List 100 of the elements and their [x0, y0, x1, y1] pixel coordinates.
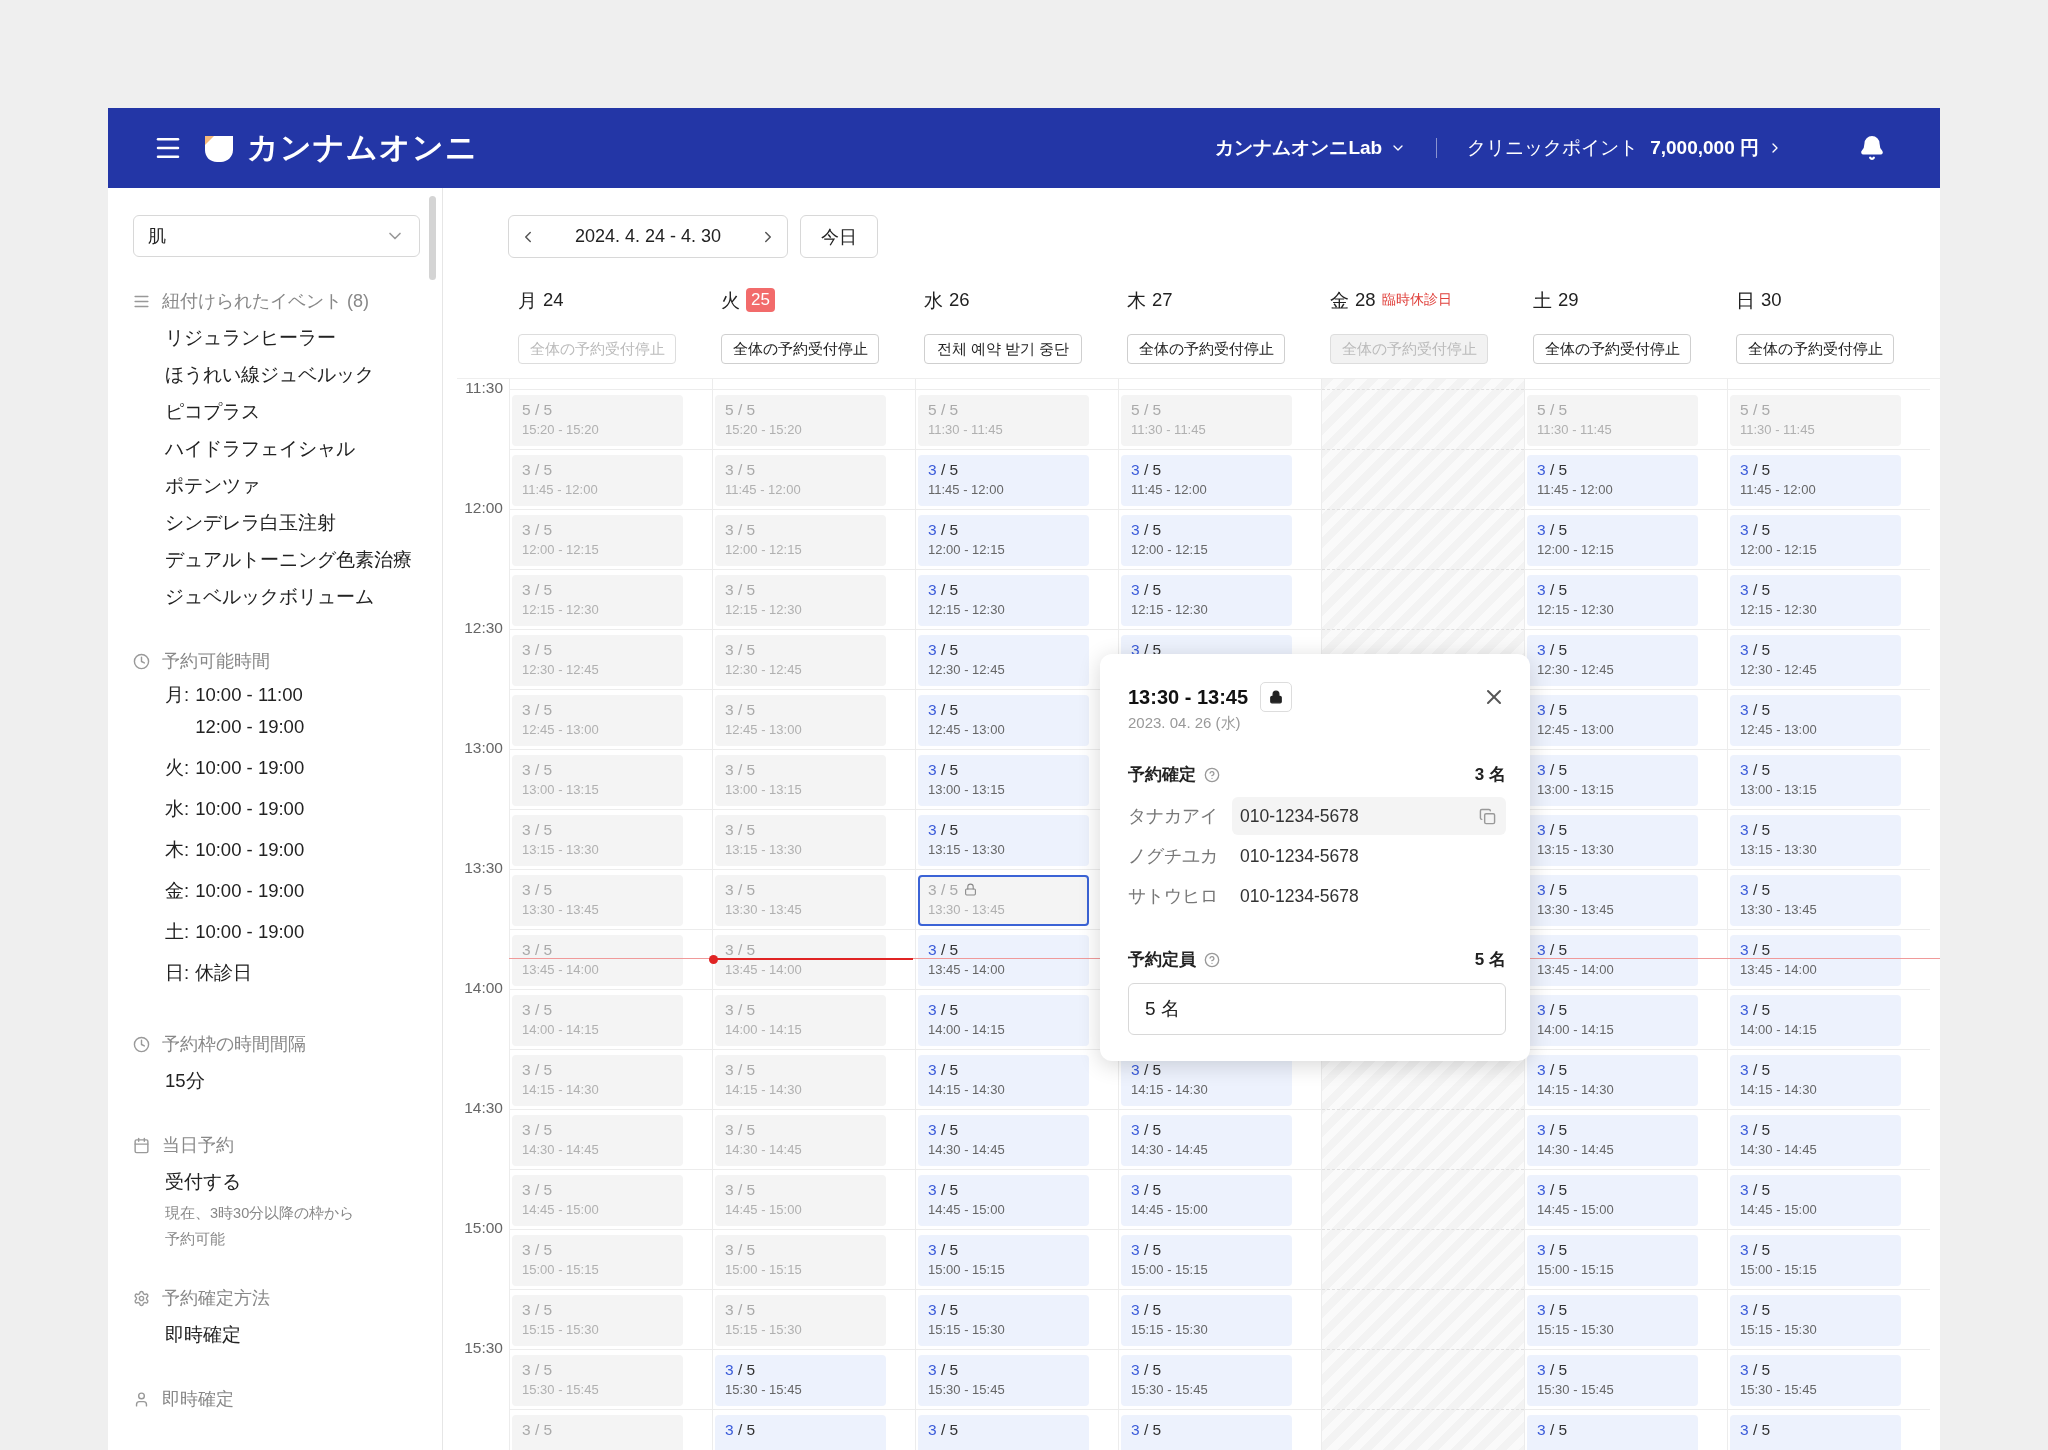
time-slot[interactable]: 3 / 5 14:00 - 14:15 [918, 995, 1089, 1046]
time-slot[interactable]: 3 / 5 14:30 - 14:45 [1527, 1115, 1698, 1166]
time-slot[interactable]: 3 / 5 13:15 - 13:30 [918, 815, 1089, 866]
stop-bookings-button[interactable]: 全体の予約受付停止 [1533, 334, 1691, 364]
time-slot[interactable]: 3 / 5 [918, 1415, 1089, 1450]
slot-count: 3 / 5 [522, 1361, 553, 1378]
time-slot[interactable]: 3 / 5 12:45 - 13:00 [1527, 695, 1698, 746]
scrollbar-thumb[interactable] [429, 196, 436, 280]
time-slot[interactable]: 3 / 5 14:30 - 14:45 [1121, 1115, 1292, 1166]
stop-bookings-button[interactable]: 全体の予約受付停止 [721, 334, 879, 364]
event-item[interactable]: デュアルトーニング色素治療 [165, 541, 420, 578]
lock-button[interactable] [1260, 682, 1293, 712]
time-slot[interactable]: 3 / 5 14:15 - 14:30 [1730, 1055, 1901, 1106]
event-item[interactable]: ジュベルックボリューム [165, 578, 420, 615]
time-slot[interactable]: 3 / 5 11:45 - 12:00 [1730, 455, 1901, 506]
event-item[interactable]: ポテンツァ [165, 467, 420, 504]
time-slot[interactable]: 3 / 5 [715, 1415, 886, 1450]
event-item[interactable]: シンデレラ白玉注射 [165, 504, 420, 541]
points-label[interactable]: クリニックポイント [1467, 135, 1639, 161]
today-button[interactable]: 今日 [800, 215, 878, 258]
time-slot[interactable]: 3 / 5 12:15 - 12:30 [1730, 575, 1901, 626]
time-slot[interactable]: 3 / 5 14:15 - 14:30 [918, 1055, 1089, 1106]
time-slot[interactable]: 3 / 5 12:30 - 12:45 [1527, 635, 1698, 686]
slot-time: 14:00 - 14:15 [928, 1022, 1006, 1037]
time-slot[interactable]: 3 / 5 15:00 - 15:15 [1527, 1235, 1698, 1286]
time-slot[interactable]: 3 / 5 15:30 - 15:45 [1730, 1355, 1901, 1406]
time-slot[interactable]: 3 / 5 12:15 - 12:30 [1121, 575, 1292, 626]
slot-count: 3 / 5 [928, 581, 959, 598]
time-slot[interactable]: 3 / 5 14:30 - 14:45 [1730, 1115, 1901, 1166]
time-slot[interactable]: 3 / 5 13:00 - 13:15 [1730, 755, 1901, 806]
event-item[interactable]: ほうれい線ジュベルック [165, 356, 420, 393]
phone-row[interactable]: 010-1234-5678 [1232, 797, 1506, 835]
time-slot[interactable]: 3 / 5 15:30 - 15:45 [715, 1355, 886, 1406]
time-slot[interactable]: 3 / 5 14:00 - 14:15 [1527, 995, 1698, 1046]
capacity-input[interactable]: 5 名 [1128, 983, 1506, 1035]
time-slot[interactable]: 3 / 5 13:15 - 13:30 [1730, 815, 1901, 866]
time-slot[interactable]: 3 / 5 12:00 - 12:15 [1121, 515, 1292, 566]
popup-time: 13:30 - 13:45 [1128, 685, 1249, 709]
time-slot[interactable]: 3 / 5 15:15 - 15:30 [1527, 1295, 1698, 1346]
help-icon[interactable] [1204, 766, 1220, 783]
time-slot[interactable]: 3 / 5 13:00 - 13:15 [918, 755, 1089, 806]
time-slot[interactable]: 3 / 5 14:45 - 15:00 [1121, 1175, 1292, 1226]
time-slot[interactable]: 3 / 5 12:15 - 12:30 [918, 575, 1089, 626]
time-slot[interactable]: 3 / 5 13:45 - 14:00 [918, 935, 1089, 986]
time-slot[interactable]: 3 / 5 12:00 - 12:15 [1527, 515, 1698, 566]
phone-row[interactable]: 010-1234-5678 [1232, 837, 1506, 875]
time-slot[interactable]: 3 / 5 13:00 - 13:15 [1527, 755, 1698, 806]
time-slot[interactable]: 3 / 5 12:15 - 12:30 [1527, 575, 1698, 626]
time-slot[interactable]: 3 / 5 15:15 - 15:30 [918, 1295, 1089, 1346]
slot-time: 15:30 - 15:45 [1131, 1382, 1209, 1397]
time-slot[interactable]: 3 / 5 13:30 - 13:45 [1527, 875, 1698, 926]
copy-icon[interactable] [1479, 807, 1496, 825]
clinic-name[interactable]: カンナムオンニLab [1215, 135, 1383, 161]
time-slot[interactable]: 3 / 5 12:45 - 13:00 [918, 695, 1089, 746]
slot-count: 3 / 5 [725, 1421, 756, 1438]
time-slot[interactable]: 3 / 5 [1527, 1415, 1698, 1450]
time-slot[interactable]: 3 / 5 15:30 - 15:45 [918, 1355, 1089, 1406]
time-slot[interactable]: 3 / 5 15:30 - 15:45 [1527, 1355, 1698, 1406]
help-icon[interactable] [1204, 951, 1220, 968]
time-slot[interactable]: 3 / 5 15:30 - 15:45 [1121, 1355, 1292, 1406]
time-slot[interactable]: 3 / 5 11:45 - 12:00 [1121, 455, 1292, 506]
time-slot[interactable]: 3 / 5 14:00 - 14:15 [1730, 995, 1901, 1046]
time-slot[interactable]: 3 / 5 15:15 - 15:30 [1730, 1295, 1901, 1346]
time-slot[interactable]: 3 / 5 [1730, 1415, 1901, 1450]
phone-row[interactable]: 010-1234-5678 [1232, 877, 1506, 915]
time-slot[interactable]: 3 / 5 13:45 - 14:00 [1527, 935, 1698, 986]
time-slot[interactable]: 3 / 5 15:00 - 15:15 [1121, 1235, 1292, 1286]
stop-bookings-button[interactable]: 全体の予約受付停止 [1736, 334, 1894, 364]
category-select[interactable]: 肌 [133, 215, 420, 257]
time-slot[interactable]: 3 / 5 14:45 - 15:00 [1527, 1175, 1698, 1226]
slot-count: 5 / 5 [1537, 401, 1568, 418]
time-slot[interactable]: 3 / 5 11:45 - 12:00 [918, 455, 1089, 506]
time-slot[interactable]: 3 / 5 12:00 - 12:15 [1730, 515, 1901, 566]
time-slot[interactable]: 3 / 5 15:00 - 15:15 [1730, 1235, 1901, 1286]
time-slot[interactable]: 3 / 5 12:30 - 12:45 [1730, 635, 1901, 686]
time-slot[interactable]: 3 / 5 [1121, 1415, 1292, 1450]
time-slot[interactable]: 3 / 5 12:30 - 12:45 [918, 635, 1089, 686]
event-item[interactable]: ハイドラフェイシャル [165, 430, 420, 467]
bell-icon[interactable] [1859, 135, 1885, 161]
time-slot[interactable]: 3 / 5 12:45 - 13:00 [1730, 695, 1901, 746]
stop-bookings-button[interactable]: 全体の予約受付停止 [1127, 334, 1285, 364]
time-slot[interactable]: 3 / 5 14:45 - 15:00 [1730, 1175, 1901, 1226]
event-item[interactable]: リジュランヒーラー [165, 319, 420, 356]
weekday-label: 土 [1533, 288, 1552, 313]
time-slot[interactable]: 3 / 5 14:30 - 14:45 [918, 1115, 1089, 1166]
stop-bookings-button[interactable]: 전체 예약 받기 중단 [924, 334, 1082, 364]
points-value[interactable]: 7,000,000 円 [1650, 135, 1759, 161]
time-slot[interactable]: 3 / 5 14:15 - 14:30 [1527, 1055, 1698, 1106]
slot-time: 12:45 - 13:00 [725, 722, 803, 737]
time-slot[interactable]: 3 / 5 13:45 - 14:00 [1730, 935, 1901, 986]
time-slot[interactable]: 3 / 5 13:15 - 13:30 [1527, 815, 1698, 866]
event-item[interactable]: ピコプラス [165, 393, 420, 430]
time-slot[interactable]: 3 / 5 13:30 - 13:45 [1730, 875, 1901, 926]
time-slot[interactable]: 3 / 5 12:00 - 12:15 [918, 515, 1089, 566]
time-slot[interactable]: 3 / 5 15:00 - 15:15 [918, 1235, 1089, 1286]
slot-time: 11:30 - 11:45 [1537, 422, 1613, 437]
time-slot[interactable]: 3 / 5 11:45 - 12:00 [1527, 455, 1698, 506]
weekday-label: 月: [165, 683, 190, 707]
time-slot[interactable]: 3 / 5 14:45 - 15:00 [918, 1175, 1089, 1226]
time-slot[interactable]: 3 / 5 15:15 - 15:30 [1121, 1295, 1292, 1346]
